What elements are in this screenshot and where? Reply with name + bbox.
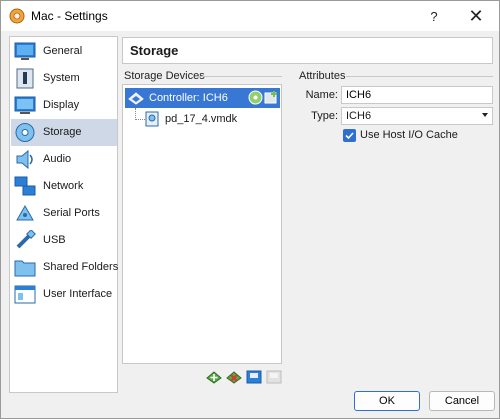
tree-connector bbox=[135, 119, 145, 120]
remove-attachment-icon bbox=[266, 370, 282, 384]
add-hard-disk-icon[interactable] bbox=[264, 90, 279, 105]
page-title: Storage bbox=[130, 43, 179, 58]
tree-item-disk[interactable]: pd_17_4.vmdk bbox=[165, 113, 237, 125]
host-io-cache-label[interactable]: Use Host I/O Cache bbox=[360, 129, 458, 141]
sidebar-item-label: System bbox=[43, 72, 80, 84]
attributes-label: Attributes bbox=[299, 70, 346, 82]
sidebar-item-user-interface[interactable]: User Interface bbox=[11, 281, 117, 308]
storage-icon bbox=[15, 123, 35, 142]
general-icon bbox=[14, 42, 36, 60]
settings-category-list: General System Display Storage Audio Net… bbox=[9, 36, 118, 393]
add-controller-icon[interactable] bbox=[206, 369, 222, 385]
settings-window: Mac - Settings ? ✕ General System Displa… bbox=[0, 0, 500, 419]
serial-ports-icon bbox=[16, 204, 34, 221]
cancel-button[interactable]: Cancel bbox=[429, 391, 495, 411]
sidebar-item-label: Network bbox=[43, 180, 84, 192]
add-attachment-icon[interactable] bbox=[246, 369, 262, 385]
sidebar-item-audio[interactable]: Audio bbox=[11, 146, 117, 173]
shared-folders-icon bbox=[14, 260, 36, 277]
system-icon bbox=[16, 68, 34, 89]
host-io-cache-checkbox[interactable] bbox=[343, 129, 356, 142]
sidebar-item-display[interactable]: Display bbox=[11, 92, 117, 119]
add-optical-drive-icon[interactable] bbox=[248, 90, 263, 105]
sidebar-item-usb[interactable]: USB bbox=[11, 227, 117, 254]
sidebar-item-general[interactable]: General bbox=[11, 38, 117, 65]
window-title: Mac - Settings bbox=[31, 9, 108, 23]
sidebar-item-system[interactable]: System bbox=[11, 65, 117, 92]
chevron-down-icon bbox=[482, 113, 488, 117]
usb-icon bbox=[16, 230, 36, 249]
sidebar-item-label: Audio bbox=[43, 153, 72, 165]
sidebar-item-label: Serial Ports bbox=[43, 207, 100, 219]
ok-button[interactable]: OK bbox=[354, 391, 420, 411]
sidebar-item-storage[interactable]: Storage bbox=[11, 119, 117, 146]
sidebar-item-label: General bbox=[43, 45, 83, 57]
name-field[interactable] bbox=[341, 86, 493, 104]
tree-item-controller[interactable]: Controller: ICH6 bbox=[125, 88, 280, 108]
page-header: Storage bbox=[122, 37, 493, 64]
storage-devices-divider bbox=[196, 76, 282, 77]
type-select[interactable]: ICH6 bbox=[341, 107, 493, 125]
attributes-divider bbox=[346, 76, 493, 77]
storage-tree[interactable]: Controller: ICH6 pd_17_4.vmdk bbox=[122, 84, 282, 364]
network-icon bbox=[14, 176, 36, 196]
remove-controller-icon[interactable] bbox=[226, 369, 242, 385]
type-select-value: ICH6 bbox=[346, 110, 372, 122]
sidebar-item-label: Display bbox=[43, 99, 80, 111]
title-bar: Mac - Settings ? ✕ bbox=[1, 1, 499, 31]
sidebar-item-network[interactable]: Network bbox=[11, 173, 117, 200]
sidebar-item-label: Shared Folders bbox=[43, 261, 119, 273]
storage-devices-label: Storage Devices bbox=[124, 70, 205, 82]
hard-disk-icon bbox=[145, 111, 159, 127]
audio-icon bbox=[16, 149, 33, 170]
help-button[interactable]: ? bbox=[411, 1, 457, 31]
user-interface-icon bbox=[14, 285, 36, 304]
controller-label: Controller: ICH6 bbox=[149, 92, 228, 104]
sidebar-item-shared-folders[interactable]: Shared Folders bbox=[11, 254, 119, 281]
storage-toolbar bbox=[206, 369, 286, 387]
virtualbox-app-icon bbox=[9, 8, 25, 24]
type-label: Type: bbox=[311, 110, 338, 122]
sidebar-item-label: Storage bbox=[43, 126, 82, 138]
name-label: Name: bbox=[305, 89, 338, 101]
sidebar-item-serial-ports[interactable]: Serial Ports bbox=[11, 200, 117, 227]
controller-icon bbox=[128, 92, 144, 105]
sidebar-item-label: User Interface bbox=[43, 288, 113, 300]
sidebar-item-label: USB bbox=[43, 234, 66, 246]
checkmark-icon bbox=[345, 132, 354, 140]
display-icon bbox=[14, 96, 36, 114]
close-button[interactable]: ✕ bbox=[453, 1, 499, 31]
